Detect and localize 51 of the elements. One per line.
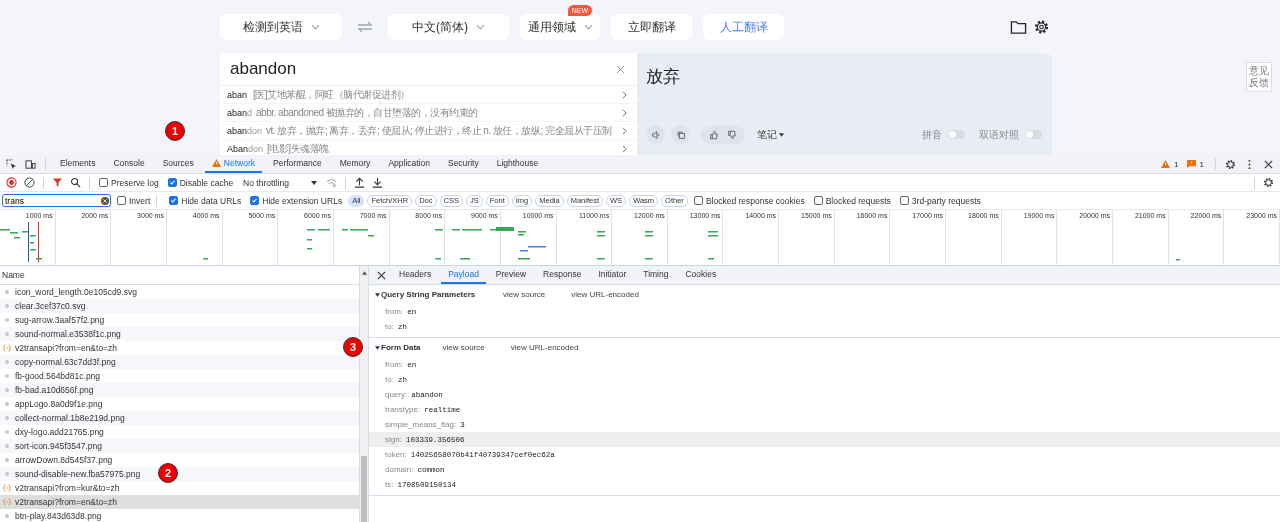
param-key: simple_means_flag: (385, 420, 457, 429)
checkbox-label: Invert (129, 195, 151, 206)
request-name: icon_word_length.0e105cd9.svg (15, 287, 137, 297)
suggestion-word: Abandon (227, 143, 264, 154)
suggestion-meaning: [电影]失魂落魄 (267, 141, 329, 155)
checkbox-label: Disable cache (179, 177, 234, 188)
param-key: to: (385, 375, 394, 384)
checkbox-label: Hide extension URLs (262, 195, 343, 206)
param-key: sign: (385, 435, 402, 444)
request-name: appLogo.8a0d9f1e.png (15, 399, 103, 409)
toggle-label: 拼音 (922, 127, 942, 142)
request-name: v2transapi?from=en&to=zh (15, 343, 118, 353)
request-name: fb-good.564bd81c.png (15, 371, 101, 381)
param-key: from: (385, 360, 404, 369)
request-name: sug-arrow.3aaf57f2.png (15, 315, 105, 325)
param-key: transtype: (385, 405, 421, 414)
request-name: sort-icon.945f3547.png (15, 441, 102, 451)
suggestion-meaning: vt. 放弃，抛弃; 离弃，丢弃; 使屈从; 停止进行，终止 n. 放任，放纵; 完全屈从于压制 (266, 123, 612, 138)
param-key: from: (385, 307, 404, 316)
request-name: sound-normal.e3538f1c.png (15, 329, 121, 339)
request-name: fb-bad.a10d656f.png (15, 385, 94, 395)
request-name: collect-normal.1b8e219d.png (15, 413, 125, 423)
checkbox-label: Preserve log (111, 177, 159, 188)
suggestion-meaning: abbr. abandoned 被抛弃的，自甘堕落的，没有约束的 (256, 105, 478, 120)
request-name: sound-disable-new.fba57975.png (15, 469, 141, 479)
request-name: dxy-logo.add21765.png (15, 427, 104, 437)
request-name: clear.3cef37c0.svg (15, 301, 86, 311)
request-name: btn-play.843d63d8.png (15, 511, 102, 521)
param-key: token: (385, 450, 407, 459)
section-title: Form Data (381, 343, 421, 352)
request-name: arrowDown.8d545f37.png (15, 455, 113, 465)
section-title: Query String Parameters (381, 290, 477, 299)
message-count: 1 (1199, 159, 1204, 169)
suggestion-word: aban (227, 89, 249, 100)
param-key: domain: (385, 465, 414, 474)
param-key: query: (385, 390, 408, 399)
suggestion-word: abandon (227, 125, 263, 136)
warning-count: 1 (1174, 159, 1179, 169)
suggestion-meaning: [医]艾地苯醌，阿旺（脑代谢促进剂） (253, 87, 410, 102)
request-name: v2transapi?from=en&to=zh (15, 497, 118, 507)
param-key: to: (385, 322, 394, 331)
toggle-label: 双语对照 (979, 127, 1019, 142)
suggestion-word: aband (227, 107, 253, 118)
request-name: copy-normal.63c7dd3f.png (15, 357, 116, 367)
param-key: ts: (385, 480, 394, 489)
translation-text: 放弃 (646, 66, 681, 88)
request-name: v2transapi?from=kur&to=zh (15, 483, 120, 493)
checkbox-label: Blocked requests (825, 195, 891, 206)
checkbox-label: 3rd-party requests (911, 195, 981, 206)
checkbox-label: Hide data URLs (181, 195, 242, 206)
checkbox-label: Blocked response cookies (705, 195, 805, 206)
